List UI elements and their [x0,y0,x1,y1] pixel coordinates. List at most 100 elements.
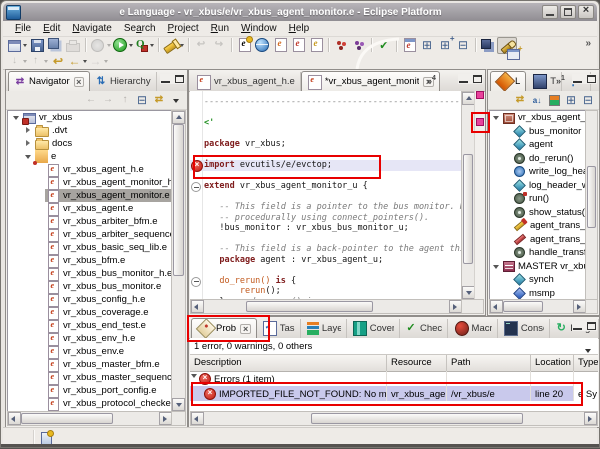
error-gutter-icon[interactable] [191,160,203,172]
outline-item-vr-xbus-agent-mo[interactable]: vr_xbus_agent_mo [490,111,586,125]
save-all-button[interactable] [46,38,64,53]
navigator-item-vr-xbus-protocol-checker-e[interactable]: vr_xbus_protocol_checker.e [8,397,172,411]
outline-vscrollbar[interactable] [585,110,598,300]
code-line[interactable]: extend vr_xbus_agent_monitor_u { [204,181,463,192]
code-line[interactable] [204,150,463,161]
navigator-item-vr-xbus-arbiter-bfm-e[interactable]: vr_xbus_arbiter_bfm.e [8,215,172,229]
scrollbar-thumb[interactable] [246,301,373,312]
tree-expanded-arrow-icon[interactable] [12,113,21,122]
outline-tree[interactable]: vr_xbus_agent_mobus_monitoragentdo_rerun… [489,110,587,300]
navigator-item-vr-xbus-master-bfm-e[interactable]: vr_xbus_master_bfm.e [8,358,172,372]
column-header-description[interactable]: Description [190,355,387,371]
scrollbar-thumb[interactable] [587,166,596,228]
outline-item-agent-trans-end[interactable]: agent_trans_end [490,219,586,233]
code-line[interactable] [204,192,463,203]
menu-help[interactable]: Help [283,23,316,34]
minimize-view-icon[interactable] [160,74,171,84]
outline-item-master-vr-xbus-a[interactable]: MASTER vr_xbus_a [490,260,586,274]
expand-box-plus-button[interactable]: ⊞ [436,34,455,53]
navigator-item-vr-xbus-basic-seq-lib-e[interactable]: vr_xbus_basic_seq_lib.e [8,241,172,255]
check-green-button[interactable]: ✓ [375,38,393,53]
outline-tab-overflow[interactable]: »1 [556,75,565,86]
save-button[interactable] [28,38,46,53]
outline-item-agent[interactable]: agent [490,138,586,152]
code-line[interactable]: do_rerun() is { [204,276,463,287]
scrollbar-thumb[interactable] [21,413,113,424]
column-header-path[interactable]: Path [447,355,531,371]
prev-edit-button[interactable]: ↩ [192,38,210,53]
navigator-item-vr-xbus-end-test-e[interactable]: vr_xbus_end_test.e [8,319,172,333]
outline-item-do-rerun[interactable]: do_rerun() [490,152,586,166]
navigator-vscrollbar[interactable] [171,110,186,412]
nav-down-button[interactable]: ↓ [7,54,28,69]
problems-tab-tasks[interactable]: Tasks [257,319,301,338]
scrollbar-thumb[interactable] [503,301,543,312]
outline-item-agent-trans-end[interactable]: agent_trans_end [490,233,586,247]
scroll-up-icon[interactable] [172,111,185,124]
editor-tab-vr-xbus-agent-h-e[interactable]: vr_xbus_agent_h.e [191,72,301,91]
minimize-button[interactable] [542,5,558,19]
outline-item-log-header-writt[interactable]: log_header_writt [490,178,586,193]
e-editor-button[interactable] [400,38,418,53]
outline-tab-l[interactable]: L [490,71,527,91]
nav-up-button[interactable]: ↑ [28,54,49,69]
collapse-box-button[interactable]: ⊟ [454,38,472,53]
navigator-item-e[interactable]: e [8,150,172,165]
v-forward-button[interactable]: → [100,93,116,108]
navigator-item-vr-xbus-arbiter-sequence-h-e[interactable]: vr_xbus_arbiter_sequence_h.e [8,228,172,242]
outline-item-msmp[interactable]: msmp [490,286,586,299]
editor-hscrollbar[interactable] [190,299,463,314]
back-button[interactable]: ← [67,54,88,69]
problems-tab-layers[interactable]: Layers [301,319,347,338]
editor-vscrollbar[interactable] [461,91,475,300]
sort-alpha-button[interactable]: a↓ [529,93,545,108]
scroll-right-icon[interactable] [584,412,597,425]
v-back-button[interactable]: ← [83,93,99,108]
navigator-hscrollbar[interactable] [7,411,173,426]
menu-file[interactable]: File [9,23,37,34]
navigator-tree[interactable]: vr_xbus .dvt docs e vr_xbus_agent_h.e vr_xbus… [7,110,173,412]
navigator-tab-navigator[interactable]: ⇄ Navigator × [8,71,90,91]
search-torch-button[interactable] [162,38,185,54]
navigator-tab-hierarchy[interactable]: ⇅ Hierarchy [90,72,157,91]
scrollbar-thumb[interactable] [311,413,523,424]
navigator-item-vr-xbus-agent-monitor-e[interactable]: vr_xbus_agent_monitor.e [8,189,172,203]
open-perspective-button[interactable] [504,44,522,60]
navigator-item-docs[interactable]: docs [8,137,172,150]
menu-edit[interactable]: Edit [37,23,66,34]
navigator-item-vr-xbus-master-sequence-h-e[interactable]: vr_xbus_master_sequence_h.e [8,371,172,385]
outline-item-synch[interactable]: synch [490,273,586,287]
editor-tab-overflow[interactable]: »4 [427,75,436,86]
menu-navigate[interactable]: Navigate [66,23,117,34]
editor-overview-ruler[interactable] [474,91,484,300]
code-line[interactable]: package vr_xbus; [204,139,463,150]
problems-error-row[interactable]: IMPORTED_FILE_NOT_FOUND: No match for iv… [190,386,598,401]
problems-tab-checks[interactable]: ✓Checks [400,319,448,338]
e-doc-orange-button[interactable] [271,38,289,53]
link-editor-button[interactable]: ⇄ [512,93,528,108]
menu-window[interactable]: Window [235,23,283,34]
code-line[interactable]: rerun(); [204,286,463,297]
cubes-button[interactable] [479,38,497,53]
scroll-left-icon[interactable] [8,412,21,425]
problems-tab-problem[interactable]: Problem× [191,318,257,338]
error-marker[interactable] [476,118,484,126]
expand-box-button[interactable]: ⊞ [563,93,579,108]
outline-item-show-status[interactable]: show_status() [490,206,586,220]
navigator-item-vr-xbus-config-h-e[interactable]: vr_xbus_config_h.e [8,293,172,307]
browse-globe-button[interactable] [253,38,271,53]
tree-expanded-arrow-icon[interactable] [492,113,501,122]
view-menu-button[interactable] [168,93,184,108]
external-tools-button[interactable] [134,38,155,53]
maximize-view-icon[interactable] [586,321,597,331]
link-editor-button[interactable]: ⇄ [151,93,167,108]
code-line[interactable]: package agent : vr_xbus_agent_u; [204,255,463,266]
navigator-item-vr-xbus-agent-monitor-h-e[interactable]: vr_xbus_agent_monitor_h.e [8,176,172,190]
problems-tab-console[interactable]: Console [498,319,551,338]
navigator-item-vr-xbus-port-config-e[interactable]: vr_xbus_port_config.e [8,384,172,398]
error-code-line[interactable]: import evcutils/e/evctop; [190,160,463,171]
titlebar[interactable]: e Language - vr_xbus/e/vr_xbus_agent_mon… [3,3,597,21]
column-header-resource[interactable]: Resource [387,355,447,371]
code-line[interactable]: -- This field is a back-pointer to the a… [204,244,463,255]
code-line[interactable] [204,108,463,119]
